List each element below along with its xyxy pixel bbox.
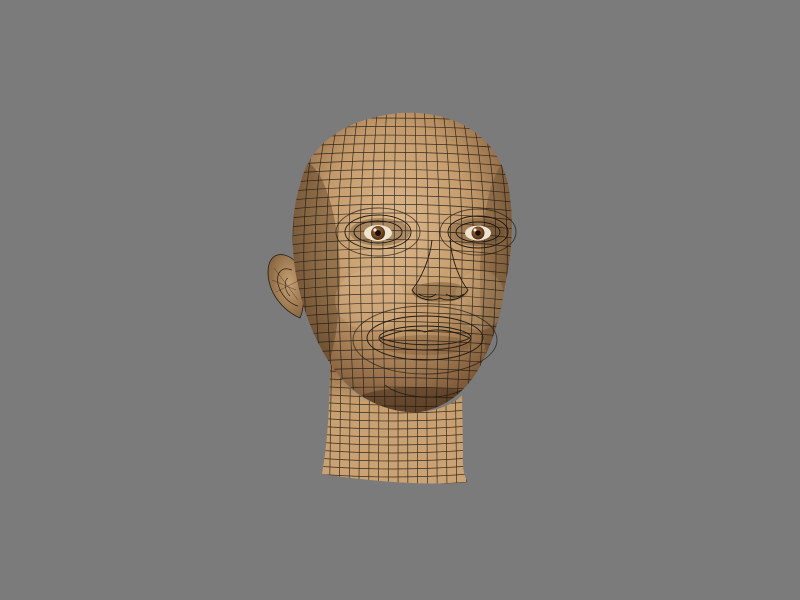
head-model-render [267, 112, 517, 484]
head-mesh [292, 112, 517, 413]
render-viewport [0, 0, 800, 600]
right-eye [465, 225, 491, 241]
left-eye [364, 225, 392, 241]
